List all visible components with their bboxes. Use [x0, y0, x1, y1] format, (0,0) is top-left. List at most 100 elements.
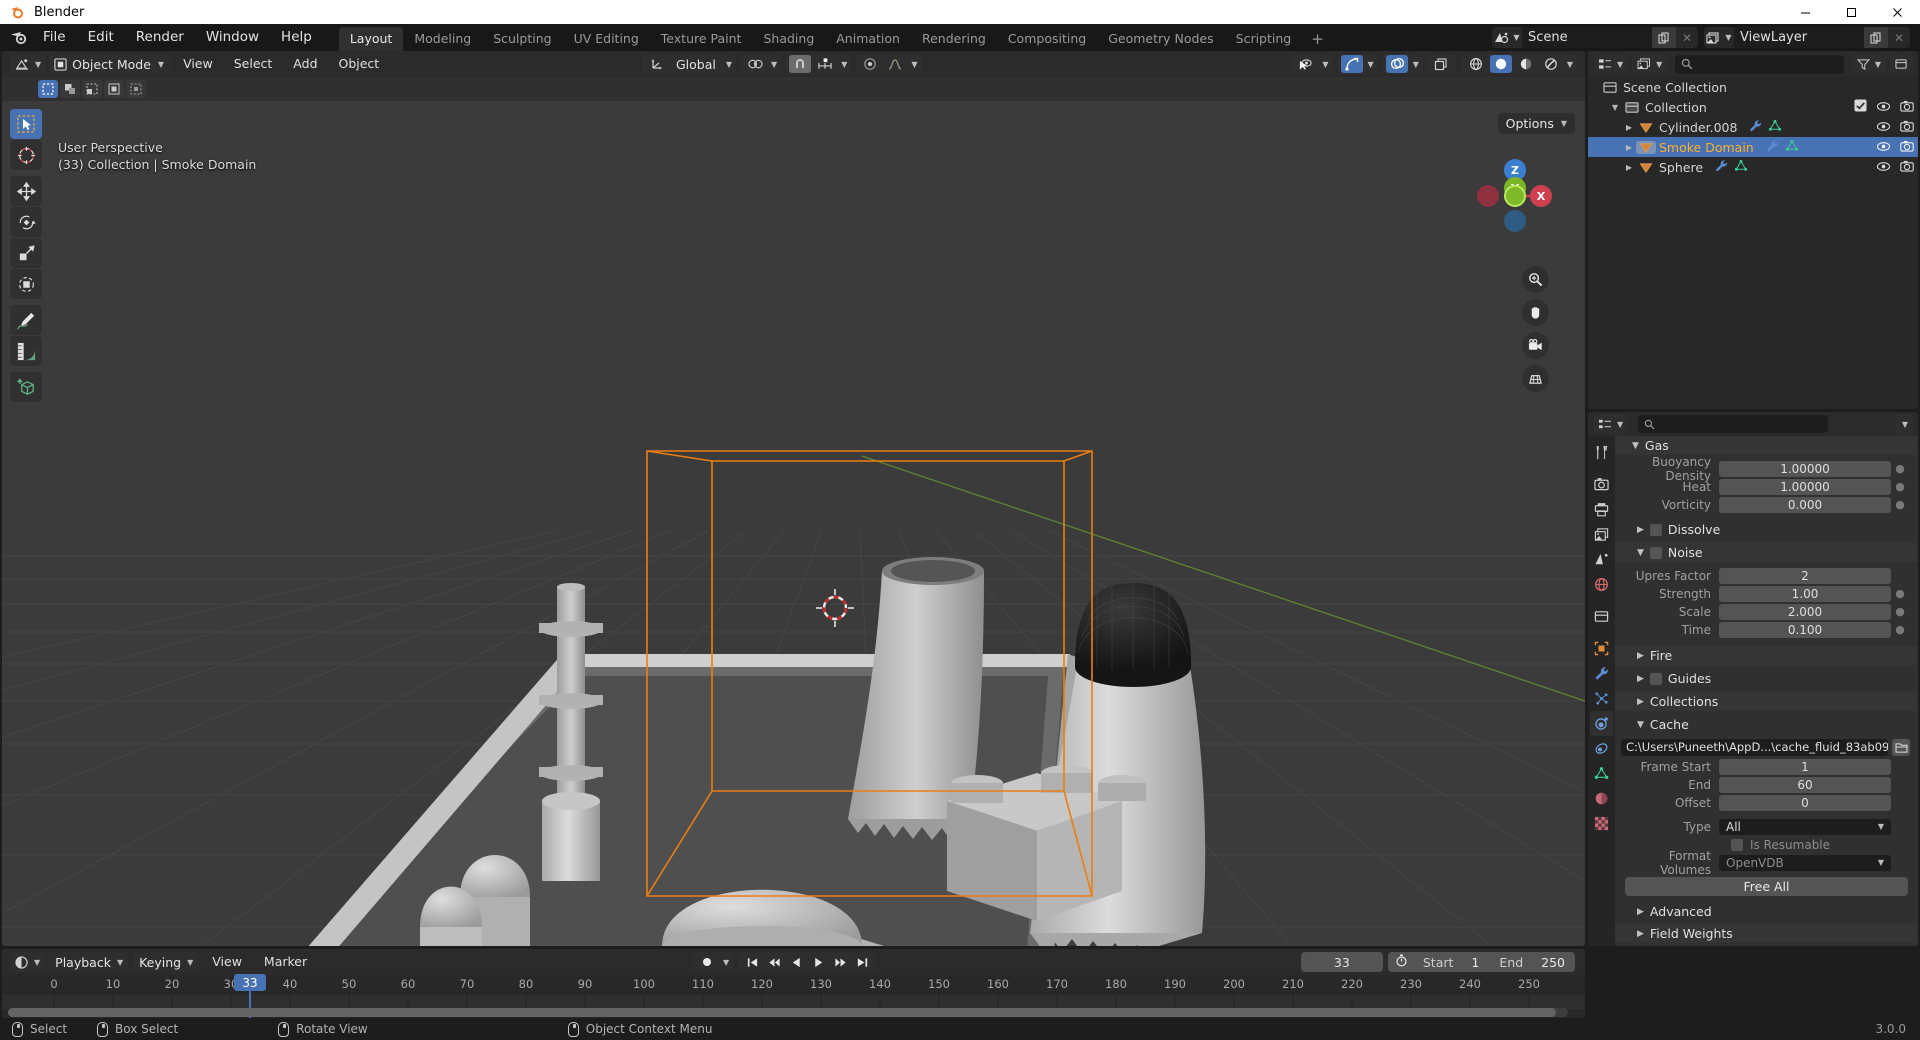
outliner-row-cylinder-008[interactable]: ▶ Cylinder.008: [1588, 117, 1918, 137]
field-value[interactable]: 0.100: [1719, 621, 1891, 638]
navigation-gizmo[interactable]: Z X Y: [1473, 151, 1557, 235]
eye-icon[interactable]: [1876, 100, 1891, 115]
gizmo-axis-x-negative[interactable]: [1477, 185, 1499, 207]
panel-header-collections[interactable]: ▶ Collections: [1615, 692, 1918, 711]
properties-tab-object[interactable]: [1590, 636, 1613, 661]
select-mode-set[interactable]: [38, 80, 58, 98]
field-heat[interactable]: Heat 1.00000 ●: [1615, 478, 1918, 495]
properties-options-button[interactable]: ▼: [1894, 414, 1913, 434]
tool-cursor[interactable]: [10, 140, 42, 170]
tool-annotate[interactable]: [10, 305, 42, 335]
field-format-volumes[interactable]: Format Volumes OpenVDB ▼: [1615, 849, 1918, 877]
eye-icon[interactable]: [1876, 120, 1891, 135]
wireframe-shading-icon[interactable]: [1465, 55, 1487, 73]
minimize-button[interactable]: [1782, 0, 1828, 24]
workspace-tab-uv-editing[interactable]: UV Editing: [563, 27, 650, 51]
tool-scale[interactable]: [10, 238, 42, 268]
panel-header-advanced[interactable]: ▶ Advanced: [1615, 902, 1918, 921]
field-noise-time[interactable]: Time 0.100 ●: [1615, 621, 1918, 638]
outliner-editor-type-button[interactable]: ▼: [1593, 54, 1629, 74]
outliner-new-collection-button[interactable]: [1890, 54, 1913, 74]
outliner-display-mode-button[interactable]: ▼: [1632, 54, 1668, 74]
viewport-menu-add[interactable]: Add: [284, 54, 326, 74]
jump-to-end-button[interactable]: [852, 953, 872, 971]
gizmo-axis-x-positive[interactable]: X: [1530, 185, 1552, 207]
xray-toggle[interactable]: [1426, 54, 1457, 74]
cache-path-input[interactable]: C:\Users\Puneeth\AppD...\cache_fluid_83a…: [1621, 738, 1888, 756]
gizmo-axis-y-negative[interactable]: [1504, 185, 1526, 207]
gizmo-toggle[interactable]: ▼: [1336, 54, 1378, 74]
close-button[interactable]: [1874, 0, 1920, 24]
animate-decorator-icon[interactable]: ●: [1894, 587, 1906, 600]
outliner-filter-button[interactable]: ▼: [1851, 54, 1886, 74]
tool-rotate[interactable]: [10, 207, 42, 237]
camera-icon[interactable]: [1900, 140, 1914, 155]
modifier-wrench-icon[interactable]: [1714, 159, 1728, 175]
free-all-button[interactable]: Free All: [1625, 877, 1908, 896]
folder-icon[interactable]: [1892, 738, 1910, 756]
new-scene-button[interactable]: [1652, 27, 1676, 48]
prev-keyframe-button[interactable]: [764, 953, 784, 971]
workspace-tab-scripting[interactable]: Scripting: [1225, 27, 1303, 51]
panel-header-gas[interactable]: ▼ Gas: [1615, 436, 1918, 455]
interaction-mode-selector[interactable]: Object Mode ▼: [49, 54, 172, 74]
noise-checkbox[interactable]: [1649, 546, 1662, 559]
expand-triangle-icon[interactable]: ▶: [1622, 143, 1636, 152]
viewlayer-selector[interactable]: ▼ ViewLayer ✕: [1704, 27, 1910, 48]
workspace-tab-rendering[interactable]: Rendering: [911, 27, 997, 51]
tool-transform[interactable]: [10, 269, 42, 299]
falloff-curve-icon[interactable]: [884, 55, 906, 73]
next-keyframe-button[interactable]: [830, 953, 850, 971]
xray-icon[interactable]: [1431, 55, 1453, 73]
expand-triangle-icon[interactable]: ▼: [1608, 103, 1622, 112]
maximize-button[interactable]: [1828, 0, 1874, 24]
field-cache-type[interactable]: Type All ▼: [1615, 818, 1918, 835]
frame-end-field[interactable]: End 250: [1489, 955, 1575, 970]
auto-keying-toggle[interactable]: ▼: [692, 952, 734, 972]
select-mode-intersect[interactable]: [126, 80, 146, 98]
field-value[interactable]: 1.00000: [1719, 478, 1891, 495]
select-mode-extend[interactable]: [60, 80, 80, 98]
pivot-point-selector[interactable]: ▼: [740, 54, 782, 74]
unlink-viewlayer-button[interactable]: ✕: [1888, 27, 1910, 48]
workspace-tab-compositing[interactable]: Compositing: [997, 27, 1097, 51]
guides-checkbox[interactable]: [1649, 672, 1662, 685]
field-vorticity[interactable]: Vorticity 0.000 ●: [1615, 496, 1918, 513]
field-noise-strength[interactable]: Strength 1.00 ●: [1615, 585, 1918, 602]
scene-selector[interactable]: ▼ Scene ✕: [1492, 27, 1698, 48]
field-value[interactable]: 2: [1719, 567, 1891, 584]
viewport-menu-view[interactable]: View: [174, 54, 222, 74]
dissolve-checkbox[interactable]: [1649, 523, 1662, 536]
field-value[interactable]: 0.000: [1719, 496, 1891, 513]
properties-tab-particles[interactable]: [1590, 686, 1613, 711]
tool-tweak[interactable]: [10, 109, 42, 139]
workspace-tab-sculpting[interactable]: Sculpting: [482, 27, 562, 51]
timeline-editor[interactable]: ▼ Playback ▼ Keying ▼ View Marker ▼ 33 S…: [2, 949, 1585, 1021]
viewlayer-name[interactable]: ViewLayer: [1734, 27, 1864, 48]
properties-tab-modifier[interactable]: [1590, 661, 1613, 686]
menu-render[interactable]: Render: [125, 27, 195, 48]
cache-type-dropdown[interactable]: All ▼: [1719, 818, 1891, 835]
material-shading-icon[interactable]: [1515, 55, 1537, 73]
mesh-data-icon[interactable]: [1785, 139, 1799, 155]
panel-header-guides[interactable]: ▶ Guides: [1615, 669, 1918, 688]
animate-decorator-icon[interactable]: ●: [1894, 623, 1906, 636]
timeline-keyframe-strip[interactable]: [2, 995, 1585, 1009]
solid-shading-icon[interactable]: [1489, 55, 1512, 73]
animate-decorator-icon[interactable]: ●: [1894, 605, 1906, 618]
panel-header-fire[interactable]: ▶ Fire: [1615, 646, 1918, 665]
tool-move[interactable]: [10, 176, 42, 206]
properties-tab-texture[interactable]: [1590, 811, 1613, 836]
expand-triangle-icon[interactable]: ▶: [1622, 123, 1636, 132]
overlay-icon[interactable]: [1385, 55, 1408, 73]
modifier-wrench-icon[interactable]: [1765, 139, 1779, 155]
timeline-menu-marker[interactable]: Marker: [255, 952, 316, 972]
snapping-controls[interactable]: ▼: [785, 54, 852, 74]
properties-tab-world[interactable]: [1590, 572, 1613, 597]
gizmo-axis-z-negative[interactable]: [1504, 210, 1526, 232]
timeline-menu-playback[interactable]: Playback ▼: [49, 952, 130, 972]
panel-header-dissolve[interactable]: ▶ Dissolve: [1615, 520, 1918, 539]
editor-type-button[interactable]: ▼: [10, 54, 47, 74]
unlink-scene-button[interactable]: ✕: [1676, 27, 1698, 48]
workspace-tab-texture-paint[interactable]: Texture Paint: [650, 27, 753, 51]
